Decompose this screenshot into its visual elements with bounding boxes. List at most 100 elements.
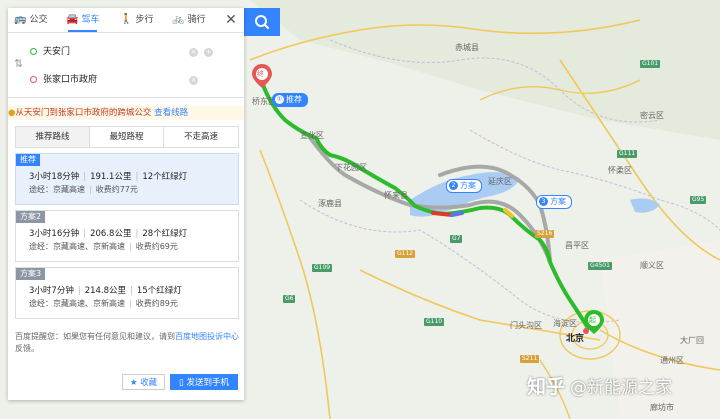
watermark-text: @新能源之家 <box>570 378 673 398</box>
walk-icon: 🚶 <box>120 14 133 25</box>
route-plan-card[interactable]: 推荐 3小时18分钟 | 191.1公里 | 12个红绿灯 途经：京藏高速 | 收费约77元 <box>15 153 239 205</box>
plan-summary: 3小时18分钟 | 191.1公里 | 12个红绿灯 <box>29 172 188 182</box>
plan-time: 3小时7分钟 <box>29 286 74 296</box>
plan-distance: 206.8公里 <box>90 229 132 239</box>
badge-number: 3 <box>539 197 548 206</box>
place-label: 涿鹿县 <box>318 199 342 208</box>
place-label: 密云区 <box>640 111 664 120</box>
route-inputs: ⇅ 天安门 × + 张家口市政府 × <box>8 33 244 98</box>
place-label: 赤城县 <box>455 43 479 52</box>
route-preference-tabs: 推荐路线 最短路程 不走高速 <box>15 126 239 148</box>
view-lines-link[interactable]: 查看线路 <box>154 108 188 118</box>
badge-label: 方案 <box>550 197 566 206</box>
route-badge-plan2[interactable]: 2 方案 <box>446 179 482 193</box>
road-shield: G95 <box>690 196 707 204</box>
mode-tab-bike[interactable]: 🚲 骑行 <box>172 8 205 32</box>
place-label: 延庆区 <box>488 177 512 186</box>
road-shield: G111 <box>617 150 638 158</box>
end-marker-label: 终 <box>257 70 264 78</box>
search-icon <box>255 15 269 29</box>
plan-lights: 12个红绿灯 <box>142 172 188 182</box>
watermark: 知乎 @新能源之家 <box>527 372 672 399</box>
favorite-button[interactable]: ★ 收藏 <box>122 374 165 390</box>
plan-lights: 15个红绿灯 <box>136 286 182 296</box>
route-badge-plan3[interactable]: 3 方案 <box>536 195 572 209</box>
destination-value: 张家口市政府 <box>43 75 98 85</box>
transport-mode-tabs: 🚌 公交 🚘 驾车 🚶 步行 🚲 骑行 ✕ <box>8 8 244 33</box>
plan-tag: 方案3 <box>16 268 46 280</box>
place-label: 怀来县 <box>384 191 408 200</box>
search-button[interactable] <box>244 8 280 36</box>
star-icon: ★ <box>129 378 138 388</box>
place-label: 昌平区 <box>565 241 589 250</box>
place-label: 廊坊市 <box>650 403 674 412</box>
city-label-beijing: 北京 <box>566 334 585 344</box>
via-label: 途经： <box>29 185 53 194</box>
road-shield: G6 <box>283 295 296 303</box>
badge-label: 方案 <box>460 181 476 190</box>
plan-details: 途经：京藏高速、京新高速 | 收费约69元 <box>29 242 178 251</box>
mode-label: 公交 <box>29 15 48 25</box>
road-shield: S216 <box>535 230 555 238</box>
road-shield: G7 <box>450 235 463 243</box>
tab-recommended[interactable]: 推荐路线 <box>16 127 90 147</box>
mode-label: 骑行 <box>187 15 206 25</box>
via-label: 途经： <box>29 242 53 251</box>
mode-tab-drive[interactable]: 🚘 驾车 <box>66 8 99 32</box>
origin-dot-icon <box>30 48 37 55</box>
plan-toll: 收费约77元 <box>95 185 138 194</box>
tab-shortest[interactable]: 最短路程 <box>90 127 164 147</box>
road-shield: G4501 <box>588 262 612 270</box>
mode-tab-bus[interactable]: 🚌 公交 <box>14 8 47 32</box>
badge-label: 推荐 <box>286 95 302 104</box>
tip-suffix: 反馈。 <box>15 344 39 353</box>
car-icon: 🚘 <box>66 14 79 25</box>
route-badge-recommended[interactable]: ① 推荐 <box>272 93 308 107</box>
close-icon[interactable]: ✕ <box>222 10 240 30</box>
plan-time: 3小时16分钟 <box>29 229 80 239</box>
place-label: 下花园区 <box>335 163 367 172</box>
bus-icon: 🚌 <box>14 14 27 25</box>
tab-no-highway[interactable]: 不走高速 <box>164 127 238 147</box>
road-shield: G110 <box>424 318 445 326</box>
place-label: 门头沟区 <box>510 321 542 330</box>
road-shield: G109 <box>312 264 333 272</box>
plan-summary: 3小时16分钟 | 206.8公里 | 28个红绿灯 <box>29 229 188 239</box>
place-label: 大厂回 <box>680 336 704 345</box>
plan-via: 京藏高速 <box>53 185 85 194</box>
swap-icon[interactable]: ⇅ <box>14 57 23 70</box>
plan-toll: 收费约69元 <box>135 242 178 251</box>
plan-lights: 28个红绿灯 <box>142 229 188 239</box>
feedback-tip: 百度提醒您：如果您有任何意见和建议，请到百度地图投诉中心反馈。 <box>15 331 241 355</box>
plan-details: 途经：京藏高速 | 收费约77元 <box>29 185 138 194</box>
via-label: 途经： <box>29 299 53 308</box>
clear-origin-icon[interactable]: × <box>189 48 198 57</box>
favorite-label: 收藏 <box>140 378 158 388</box>
route-plan-card[interactable]: 方案2 3小时16分钟 | 206.8公里 | 28个红绿灯 途经：京藏高速、京新高速 |… <box>15 210 239 262</box>
mode-tab-walk[interactable]: 🚶 步行 <box>120 8 153 32</box>
plan-via: 京藏高速、京新高速 <box>53 299 125 308</box>
clear-destination-icon[interactable]: × <box>189 76 198 85</box>
place-label: 怀柔区 <box>608 166 632 175</box>
add-waypoint-icon[interactable]: + <box>204 48 213 57</box>
plan-time: 3小时18分钟 <box>29 172 80 182</box>
plan-distance: 214.8公里 <box>84 286 127 296</box>
notice-text: 从天安门到张家口市政府的跨城公交 <box>15 108 152 118</box>
complaint-center-link[interactable]: 百度地图投诉中心 <box>175 332 239 341</box>
phone-icon: ▯ <box>179 378 184 388</box>
intercity-bus-notice: ●从天安门到张家口市政府的跨城公交 查看线路 <box>8 106 244 120</box>
plan-details: 途经：京藏高速、京新高速 | 收费约89元 <box>29 299 178 308</box>
place-label: 顺义区 <box>640 261 664 270</box>
road-shield: G112 <box>395 250 416 258</box>
plan-tag: 方案2 <box>16 211 46 223</box>
send-to-phone-button[interactable]: ▯ 发送到手机 <box>170 374 238 390</box>
plan-toll: 收费约89元 <box>135 299 178 308</box>
route-panel: 🚌 公交 🚘 驾车 🚶 步行 🚲 骑行 ✕ ⇅ 天安门 × + 张家口市政府 × ●从天… <box>8 8 244 400</box>
mode-label: 驾车 <box>81 15 100 25</box>
route-plan-card[interactable]: 方案3 3小时7分钟 | 214.8公里 | 15个红绿灯 途经：京藏高速、京新高速 | 收… <box>15 267 239 319</box>
plan-tag: 推荐 <box>16 154 40 166</box>
plan-via: 京藏高速、京新高速 <box>53 242 125 251</box>
destination-dot-icon <box>30 76 37 83</box>
place-label: 通州区 <box>660 356 684 365</box>
place-label: 海淀区 <box>553 319 577 328</box>
